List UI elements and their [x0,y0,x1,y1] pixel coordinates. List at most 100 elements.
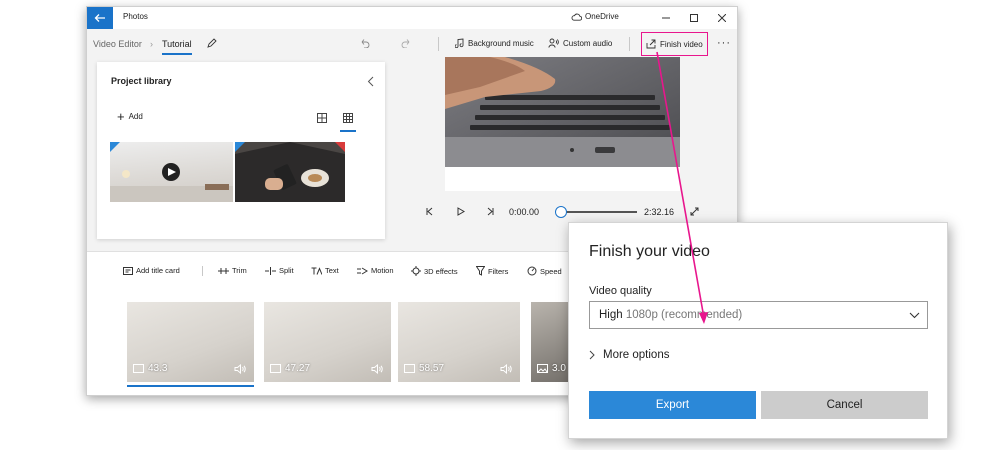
close-icon [718,14,726,22]
background-music-label: Background music [468,38,534,48]
clip-duration: 3.0 [537,363,566,374]
small-grid-view-button[interactable] [343,113,353,123]
ellipsis-icon: ··· [717,37,731,49]
seek-thumb[interactable] [555,206,567,218]
speed-icon [527,266,537,276]
editor-toolbar: Video Editor › Tutorial Background music… [87,29,737,59]
back-button[interactable] [87,7,113,29]
large-grid-view-button[interactable] [317,113,327,123]
tools-divider [202,266,203,276]
video-clip-icon [270,364,281,373]
step-back-icon [426,207,433,216]
maximize-icon [690,14,698,22]
finish-video-label: Finish video [660,39,703,49]
storyboard-clip[interactable]: 47.27 [264,302,391,382]
storyboard-clip[interactable]: 43.3 [127,302,254,382]
fullscreen-button[interactable] [690,207,699,216]
chevron-down-icon [909,312,920,319]
add-title-card-button[interactable]: Add title card [123,266,180,275]
minimize-icon [662,17,670,19]
clip-duration-label: 3.0 [552,363,566,374]
rename-button[interactable] [207,38,217,48]
close-button[interactable] [715,11,729,25]
redo-button[interactable] [401,38,412,48]
toolbar-divider [438,37,439,51]
seek-slider[interactable] [555,206,639,218]
redo-icon [401,39,410,48]
app-title: Photos [123,12,148,21]
breadcrumb-video-editor[interactable]: Video Editor [93,39,142,49]
volume-icon [500,364,512,374]
quality-resolution: 1080p (recommended) [625,309,743,321]
library-thumbnail[interactable] [235,142,345,202]
collapse-library-button[interactable] [367,76,374,87]
finish-video-button[interactable]: Finish video [641,32,708,56]
clip-duration: 47.27 [270,363,310,374]
custom-audio-button[interactable]: Custom audio [548,38,612,48]
play-button[interactable] [456,207,465,216]
tool-label: Add title card [136,266,180,275]
split-button[interactable]: Split [265,266,294,275]
more-options-label: More options [603,349,670,361]
current-time: 0:00.00 [509,207,540,217]
add-media-button[interactable]: + Add [117,108,143,124]
export-share-icon [646,39,656,49]
preview-frame-image [445,57,680,191]
title-card-icon [123,266,133,275]
background-music-button[interactable]: Background music [455,38,534,48]
clip-volume-button[interactable] [500,364,512,374]
3d-effects-button[interactable]: 3D effects [411,266,458,276]
filters-button[interactable]: Filters [476,266,508,276]
video-preview[interactable] [445,57,680,191]
quality-level: High [599,309,623,321]
grid-large-icon [317,113,327,123]
image-clip-icon [537,364,548,373]
plus-icon: + [117,108,125,124]
clip-volume-button[interactable] [371,364,383,374]
motion-button[interactable]: Motion [357,266,394,275]
maximize-button[interactable] [687,11,701,25]
chevron-left-icon [367,76,374,87]
split-icon [265,266,276,275]
tool-label: Split [279,266,294,275]
library-thumbnail[interactable] [110,142,233,202]
previous-frame-button[interactable] [425,207,434,216]
volume-icon [371,364,383,374]
clip-volume-button[interactable] [234,364,246,374]
video-clip-icon [133,364,144,373]
thumbnail-image [110,142,233,202]
title-bar: Photos OneDrive [87,7,737,29]
selected-clip-indicator [127,385,254,387]
tool-label: Motion [371,266,394,275]
person-audio-icon [548,38,559,48]
pencil-icon [207,38,217,48]
speed-button[interactable]: Speed [527,266,562,276]
export-button[interactable]: Export [589,391,756,419]
storyboard-clip[interactable]: 58.57 [398,302,520,382]
toolbar-divider [629,37,630,51]
clip-duration-label: 58.57 [419,363,445,374]
more-menu-button[interactable]: ··· [717,37,731,49]
dialog-title: Finish your video [589,243,710,260]
trim-icon [218,267,229,274]
text-button[interactable]: Text [311,266,339,275]
project-library-panel: Project library + Add [97,62,385,239]
breadcrumb-underline [162,53,192,55]
breadcrumb-tutorial: Tutorial [162,39,192,49]
onedrive-status[interactable]: OneDrive [571,12,619,21]
tool-label: Trim [232,266,247,275]
tool-label: 3D effects [424,266,458,276]
next-frame-button[interactable] [486,207,495,216]
music-note-icon [455,38,464,48]
clip-duration-label: 43.3 [148,363,168,374]
tool-label: Filters [488,266,509,276]
onedrive-label: OneDrive [585,12,619,21]
breadcrumb-chevron-icon: › [150,39,153,49]
cancel-button[interactable]: Cancel [761,391,928,419]
minimize-button[interactable] [659,11,673,25]
undo-button[interactable] [359,38,370,48]
video-quality-dropdown[interactable]: High 1080p (recommended) [589,301,928,329]
more-options-toggle[interactable]: More options [589,349,669,361]
motion-icon [357,267,368,274]
trim-button[interactable]: Trim [218,266,247,275]
